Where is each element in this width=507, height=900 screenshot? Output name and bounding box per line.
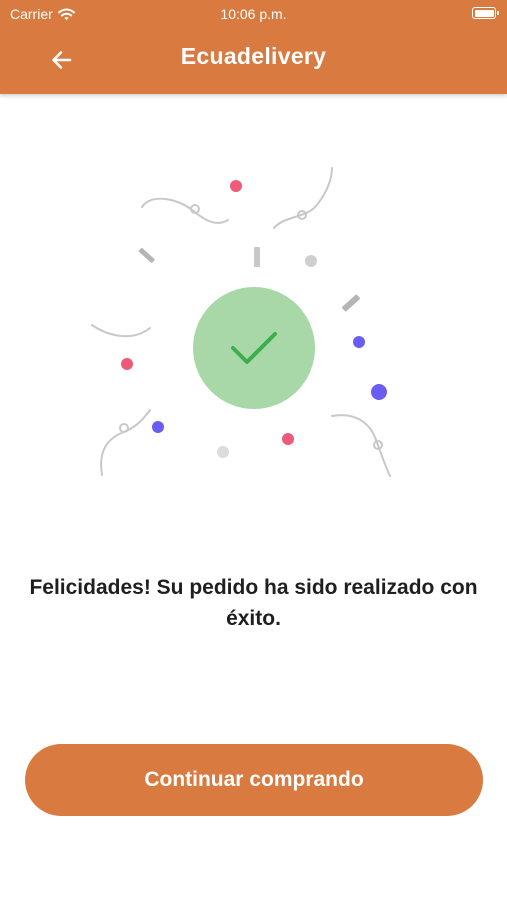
- nav-bar: Ecuadelivery: [0, 28, 507, 92]
- confetti-illustration: [91, 167, 391, 477]
- status-time: 10:06 p.m.: [220, 6, 287, 22]
- confetti-streamer: [100, 409, 151, 476]
- confetti-dot: [282, 433, 294, 445]
- confetti-dot: [353, 336, 365, 348]
- confetti-bar: [341, 294, 361, 312]
- success-circle: [193, 287, 315, 409]
- confetti-dot: [217, 446, 229, 458]
- battery-icon: [472, 7, 499, 19]
- confetti-dot: [305, 255, 317, 267]
- confetti-dot: [152, 421, 164, 433]
- success-illustration: [70, 150, 440, 500]
- success-message: Felicidades! Su pedido ha sido realizado…: [29, 576, 478, 630]
- confetti-bar: [254, 247, 260, 267]
- confetti-dot: [371, 384, 387, 400]
- app-title: Ecuadelivery: [180, 43, 327, 69]
- confetti-streamer: [119, 423, 129, 433]
- confetti-dot: [121, 358, 133, 370]
- app-header: Carrier 10:06 p.m. Ecuadelivery: [0, 0, 507, 94]
- confetti-dot: [230, 180, 242, 192]
- continue-shopping-button[interactable]: Continuar comprando: [25, 744, 483, 816]
- confetti-bar: [138, 247, 155, 263]
- status-bar: Carrier 10:06 p.m.: [0, 0, 507, 28]
- confetti-streamer: [91, 324, 151, 338]
- confetti-streamer: [141, 197, 229, 224]
